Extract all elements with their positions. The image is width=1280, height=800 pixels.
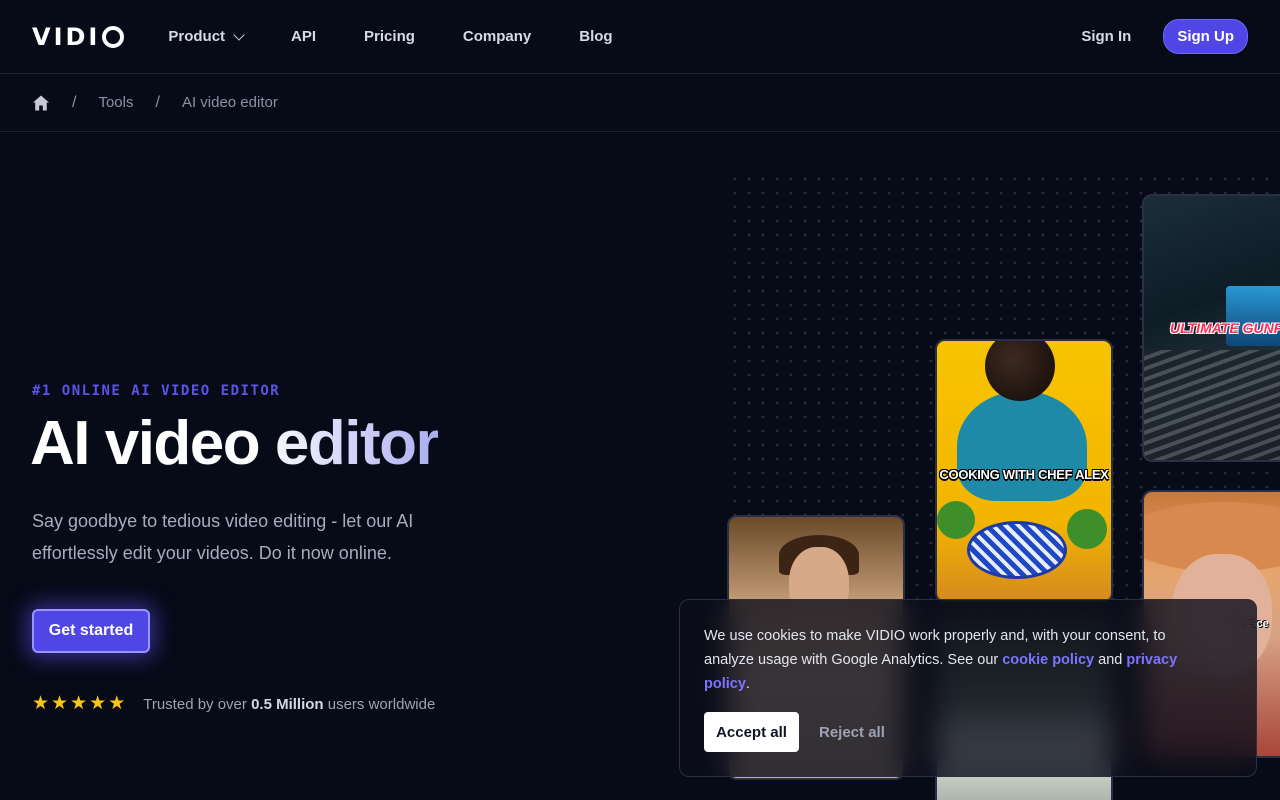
- herb-shape: [1067, 509, 1107, 549]
- logo-text: VIDI: [32, 22, 101, 51]
- trust-suffix: users worldwide: [323, 695, 436, 713]
- chef-body-shape: [957, 391, 1087, 501]
- sign-up-button[interactable]: Sign Up: [1163, 19, 1248, 54]
- trust-text: Trusted by over 0.5 Million users worldw…: [143, 696, 435, 713]
- nav-api-label: API: [291, 28, 317, 45]
- get-started-button[interactable]: Get started: [32, 609, 150, 653]
- chevron-down-icon: [233, 28, 245, 41]
- nav-api[interactable]: API: [291, 28, 316, 45]
- nav-blog[interactable]: Blog: [579, 28, 612, 45]
- breadcrumb-separator: /: [155, 93, 160, 111]
- star-icon: ★: [89, 693, 107, 714]
- sign-in-link[interactable]: Sign In: [1081, 28, 1131, 45]
- breadcrumb-current: AI video editor: [181, 94, 278, 111]
- breadcrumb: / Tools / AI video editor: [0, 74, 1280, 132]
- breadcrumb-separator: /: [72, 93, 77, 111]
- trust-rating: ★ ★ ★ ★ ★ Trusted by over 0.5 Million us…: [32, 694, 435, 714]
- star-icon: ★: [32, 693, 50, 714]
- nav-company[interactable]: Company: [463, 28, 531, 45]
- nav-links: Product API Pricing Company Blog: [168, 28, 612, 45]
- nav-pricing-label: Pricing: [364, 28, 415, 45]
- cookie-text-end: .: [745, 676, 750, 692]
- star-icon: ★: [70, 693, 88, 714]
- rating-stars: ★ ★ ★ ★ ★: [32, 694, 125, 714]
- plate-shape: [967, 521, 1067, 579]
- cookie-banner: We use cookies to make VIDIO work proper…: [679, 599, 1257, 777]
- cookie-text-mid: and: [1094, 652, 1127, 668]
- top-navigation: VIDI Product API Pricing Company Blog Si…: [0, 0, 1280, 74]
- cookie-policy-link[interactable]: cookie policy: [1002, 652, 1094, 668]
- trust-prefix: Trusted by over: [143, 695, 252, 713]
- star-icon: ★: [108, 693, 126, 714]
- cookie-text: We use cookies to make VIDIO work proper…: [704, 624, 1204, 696]
- video-thumbnail-cooking: COOKING WITH CHEF ALEX: [935, 339, 1113, 603]
- accept-all-button[interactable]: Accept all: [704, 712, 799, 752]
- monitor-shape: [1226, 286, 1280, 346]
- nav-company-label: Company: [462, 28, 532, 45]
- video-caption: COOKING WITH CHEF ALEX: [939, 467, 1109, 482]
- video-thumbnail-gaming: ULTIMATE GUNFIG: [1142, 194, 1280, 462]
- trust-count: 0.5 Million: [251, 695, 324, 713]
- nav-product[interactable]: Product: [168, 28, 245, 45]
- herb-shape: [937, 501, 975, 539]
- page-title: AI video editor: [30, 409, 440, 478]
- page: VIDI Product API Pricing Company Blog Si…: [0, 0, 1280, 800]
- hero-eyebrow: #1 ONLINE AI VIDEO EDITOR: [32, 383, 281, 399]
- chef-head-shape: [985, 341, 1055, 401]
- rug-pattern: [1144, 350, 1280, 460]
- vidio-logo[interactable]: VIDI: [32, 22, 125, 51]
- nav-product-label: Product: [168, 28, 226, 45]
- logo-o-mark: [102, 25, 125, 48]
- reject-all-button[interactable]: Reject all: [819, 712, 885, 752]
- nav-pricing[interactable]: Pricing: [364, 28, 415, 45]
- nav-auth: Sign In Sign Up: [1081, 19, 1248, 54]
- breadcrumb-tools[interactable]: Tools: [98, 94, 133, 111]
- video-caption: ULTIMATE GUNFIG: [1170, 320, 1280, 336]
- hero-subtitle: Say goodbye to tedious video editing - l…: [32, 511, 414, 563]
- nav-blog-label: Blog: [579, 28, 613, 45]
- home-icon[interactable]: [32, 94, 50, 112]
- star-icon: ★: [51, 693, 69, 714]
